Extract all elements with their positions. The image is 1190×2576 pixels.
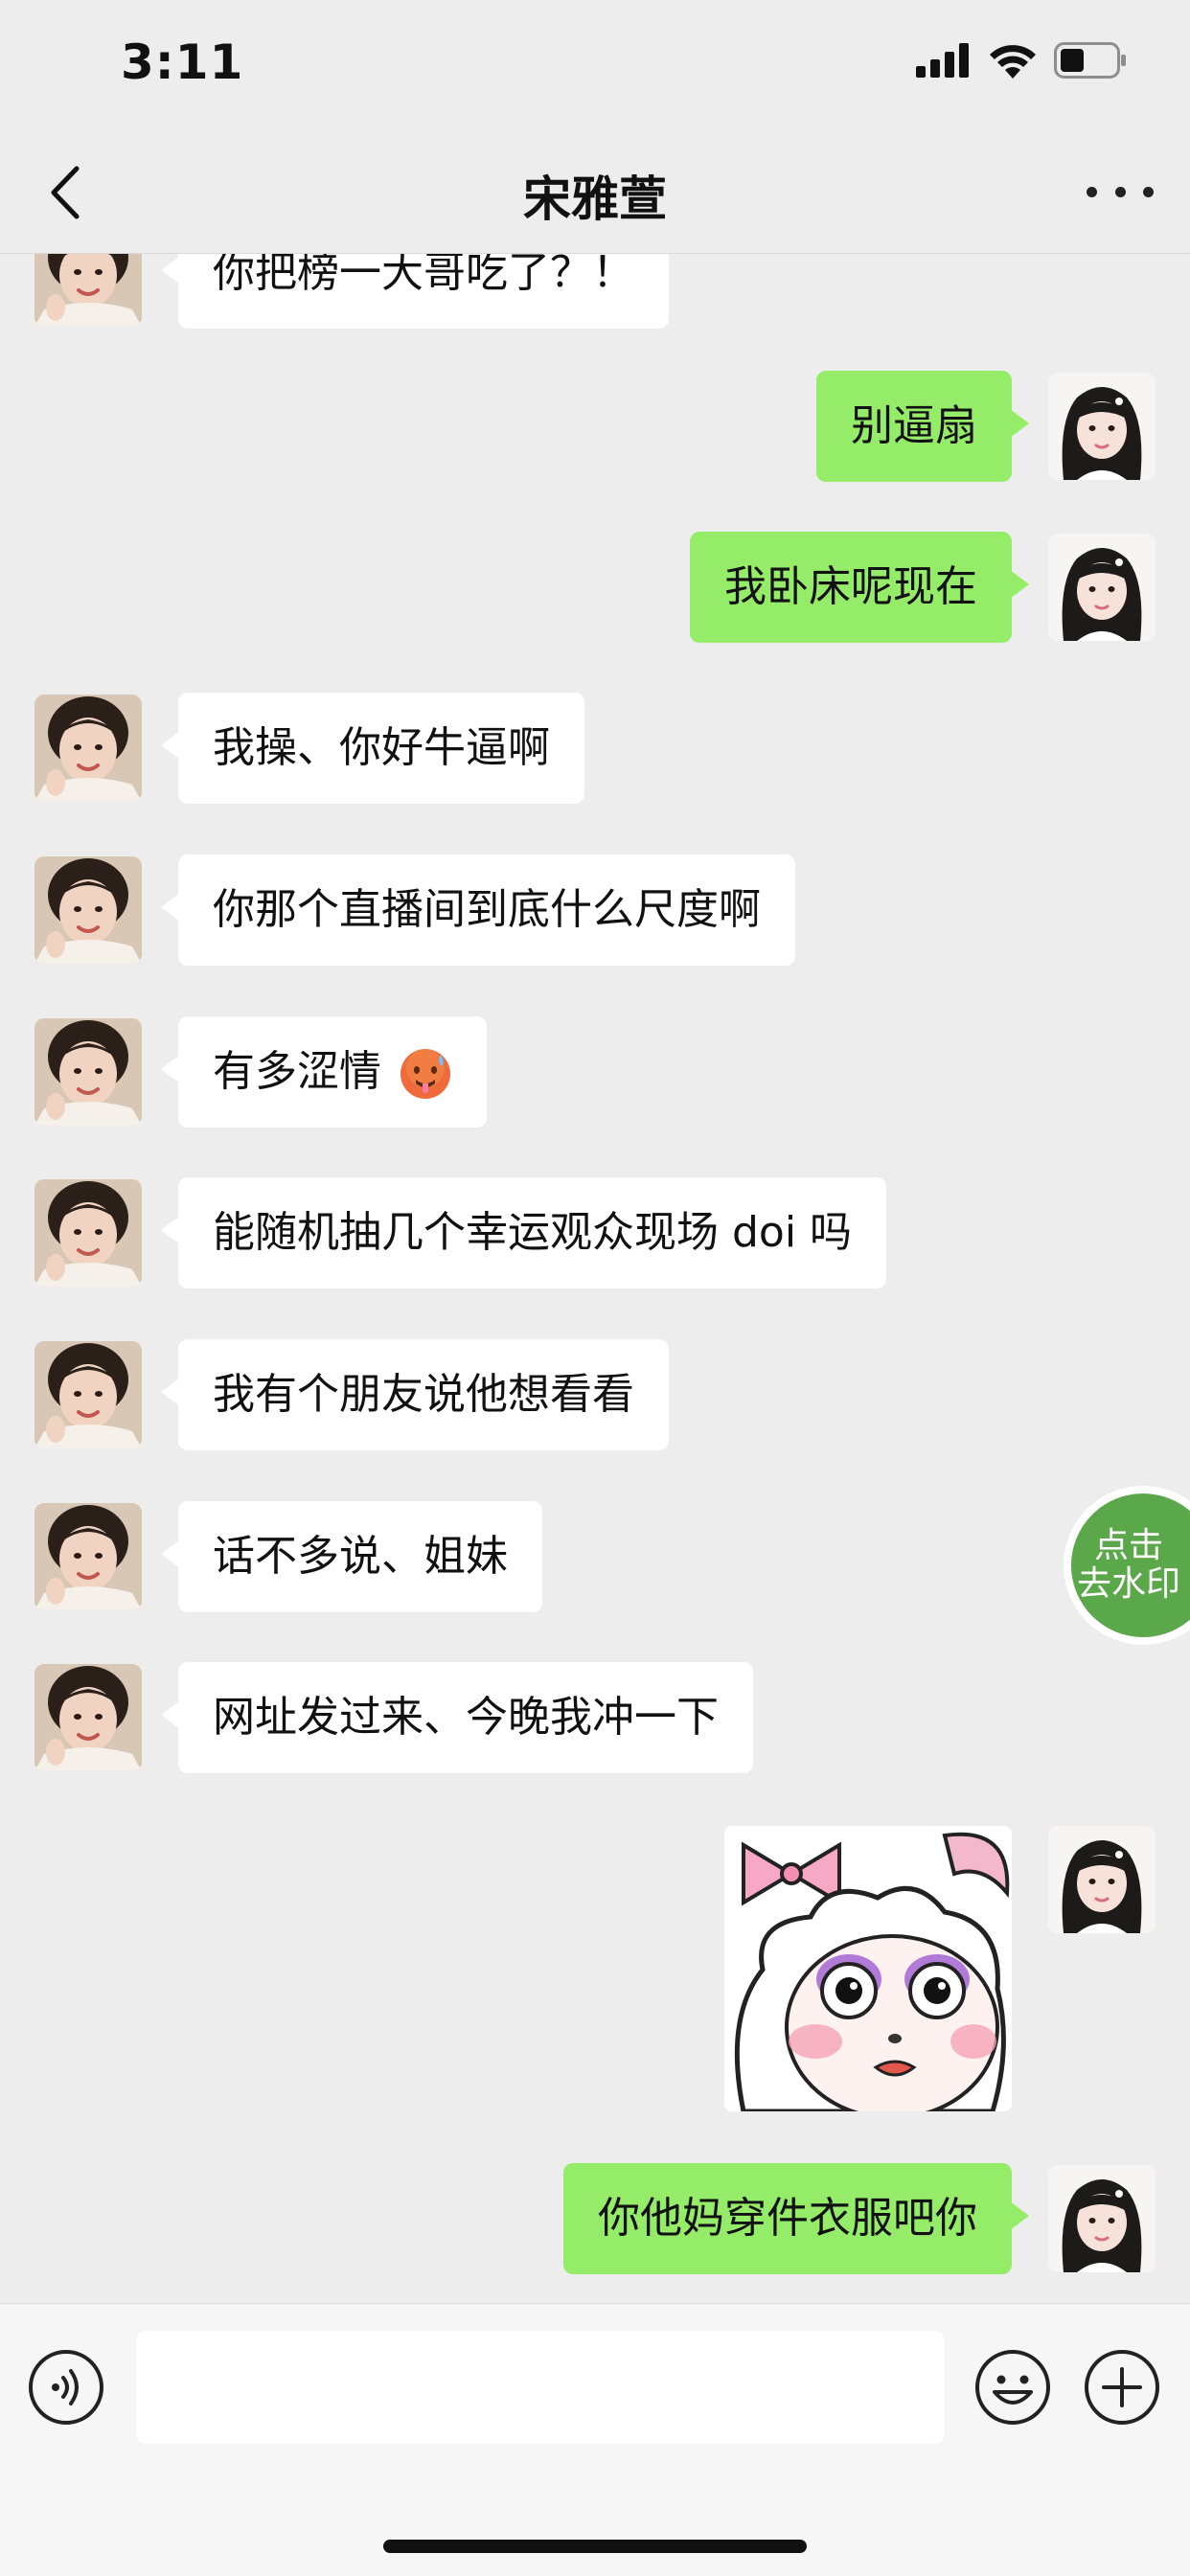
message-text: 有多涩情 [213, 1047, 381, 1096]
message-bubble[interactable]: 能随机抽几个幸运观众现场 doi 吗 [160, 1177, 887, 1288]
cartoon-sheep-sticker[interactable] [724, 1826, 1012, 2111]
plus-circle-icon [1085, 2350, 1159, 2425]
chat-message-list[interactable]: 你把榜一大哥吃了？！ 别逼扇 我卧床呢现在 我操、你好牛逼啊 你那个直播间到底什… [0, 254, 1190, 2302]
battery-icon [1054, 42, 1126, 79]
message-bubble[interactable]: 你他妈穿件衣服吧你 [563, 2163, 1029, 2274]
home-indicator[interactable] [383, 2540, 807, 2553]
hot-face-emoji-icon [400, 1049, 450, 1099]
message-bubble[interactable]: 你把榜一大哥吃了？！ [161, 254, 669, 329]
message-bubble[interactable]: 话不多说、姐妹 [161, 1501, 542, 1612]
avatar[interactable] [1048, 373, 1156, 480]
avatar[interactable] [34, 1503, 142, 1610]
dot-icon [1114, 186, 1126, 197]
avatar[interactable] [34, 856, 142, 964]
avatar[interactable] [34, 254, 142, 327]
more-functions-button[interactable] [1083, 2348, 1161, 2427]
voice-input-button[interactable] [27, 2348, 105, 2427]
message-bubble[interactable]: 网址发过来、今晚我冲一下 [161, 1662, 753, 1773]
avatar[interactable] [34, 1664, 142, 1771]
avatar[interactable] [1048, 2165, 1156, 2272]
message-bubble[interactable]: 有多涩情 [161, 1016, 487, 1128]
wifi-icon [990, 45, 1036, 79]
nav-bar: 宋雅萱 [0, 134, 1190, 254]
avatar[interactable] [1048, 1826, 1156, 1933]
message-bubble[interactable]: 别逼扇 [816, 371, 1029, 482]
message-bubble[interactable]: 我有个朋友说他想看看 [161, 1339, 669, 1450]
message-bubble[interactable]: 你那个直播间到底什么尺度啊 [161, 855, 795, 966]
dot-icon [1143, 186, 1154, 197]
cellular-signal-icon [916, 43, 969, 78]
badge-line-2: 去水印 [1076, 1564, 1180, 1604]
message-bubble[interactable]: 我操、你好牛逼啊 [161, 693, 584, 804]
smiley-icon [975, 2350, 1050, 2425]
status-time: 3:11 [121, 34, 244, 90]
message-input[interactable] [136, 2331, 945, 2444]
dot-icon [1087, 186, 1097, 197]
avatar[interactable] [34, 1018, 142, 1126]
avatar[interactable] [34, 695, 142, 802]
more-options-button[interactable] [1087, 172, 1154, 211]
sheep-sticker-icon [724, 1826, 1012, 2111]
status-icons [916, 42, 1127, 79]
input-bar [0, 2303, 1190, 2576]
avatar[interactable] [34, 1179, 142, 1287]
avatar[interactable] [34, 1341, 142, 1448]
emoji-button[interactable] [973, 2348, 1052, 2427]
avatar[interactable] [1048, 534, 1156, 641]
chat-title: 宋雅萱 [523, 171, 667, 227]
badge-line-1: 点击 [1093, 1526, 1163, 1565]
voice-icon [29, 2350, 103, 2425]
message-bubble[interactable]: 我卧床呢现在 [690, 532, 1029, 643]
status-bar: 3:11 [0, 0, 1190, 134]
